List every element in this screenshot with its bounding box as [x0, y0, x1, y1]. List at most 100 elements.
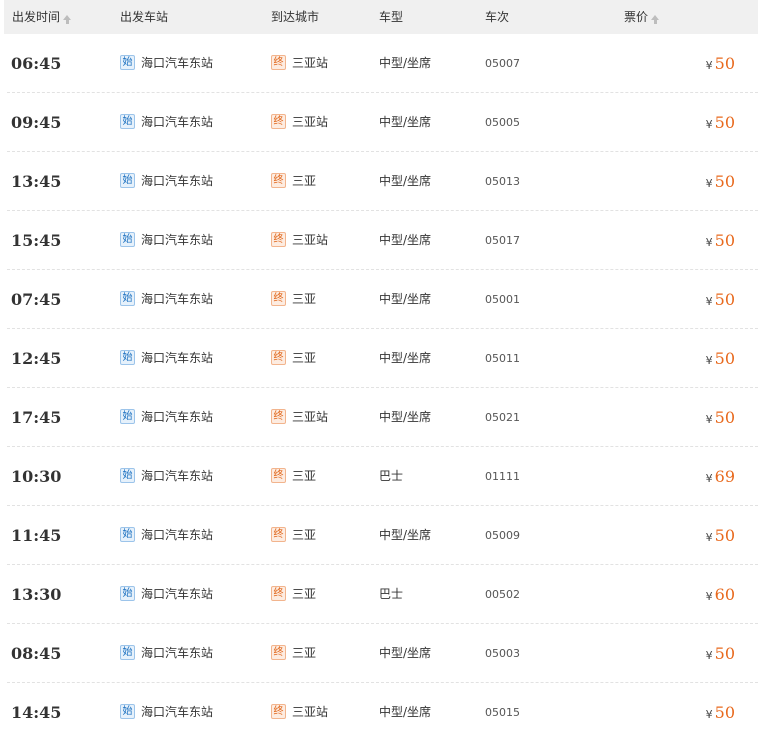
depart-time: 11:45 [11, 526, 62, 545]
start-badge-icon: 始 [120, 527, 135, 542]
depart-time-sort-header[interactable]: 出发时间 [12, 0, 72, 34]
price-amount: 50 [714, 703, 735, 722]
depart-station-name: 海口汽车东站 [141, 233, 214, 247]
depart-station-name: 海口汽车东站 [141, 115, 214, 129]
schedule-rows: 06:45 始海口汽车东站终三亚站 中型/坐席 05007 ¥50 09:45 始海口汽车东… [0, 34, 759, 742]
ticket-price: ¥50 [706, 93, 735, 152]
price-amount: 50 [714, 349, 735, 368]
depart-station: 始海口汽车东站 [120, 388, 213, 447]
depart-time: 07:45 [11, 290, 62, 309]
arrive-city: 终三亚站 [271, 388, 328, 447]
trip-number: 05009 [485, 529, 520, 542]
depart-time-header-label: 出发时间 [12, 10, 61, 24]
ticket-price: ¥50 [706, 152, 735, 211]
bus-schedule-table: 出发时间 出发车站 到达城市 车型 车次 票价 06:45 始海口汽车东站终三亚站… [0, 0, 759, 742]
depart-time: 14:45 [11, 703, 62, 722]
depart-station: 始海口汽车东站 [120, 447, 213, 506]
ticket-price: ¥60 [706, 565, 735, 624]
ticket-price: ¥50 [706, 329, 735, 388]
bus-type: 巴士 [379, 587, 404, 601]
arrive-city-name: 三亚 [292, 528, 317, 542]
sort-up-arrow-icon[interactable] [63, 15, 72, 24]
bus-type: 巴士 [379, 469, 404, 483]
ticket-price: ¥50 [706, 270, 735, 329]
trip-no-header: 车次 [485, 10, 510, 24]
table-row: 17:45 始海口汽车东站 终三亚站 中型/坐席 05021 ¥50 [7, 388, 758, 447]
currency-symbol: ¥ [705, 295, 713, 308]
end-badge-icon: 终 [271, 704, 286, 719]
price-amount: 50 [714, 644, 735, 663]
table-row: 09:45 始海口汽车东站 终三亚站 中型/坐席 05005 ¥50 [7, 93, 758, 152]
start-badge-icon: 始 [120, 409, 135, 424]
depart-station: 始海口汽车东站 [120, 270, 213, 329]
price-sort-header[interactable]: 票价 [624, 0, 660, 34]
end-badge-icon: 终 [271, 350, 286, 365]
trip-number: 05021 [485, 411, 520, 424]
price-amount: 50 [714, 408, 735, 427]
depart-station-name: 海口汽车东站 [141, 174, 214, 188]
arrive-city: 终三亚 [271, 565, 316, 624]
arrive-city: 终三亚 [271, 270, 316, 329]
arrive-city-name: 三亚 [292, 469, 317, 483]
bus-type: 中型/坐席 [379, 56, 432, 70]
price-amount: 50 [714, 172, 735, 191]
depart-station-name: 海口汽车东站 [141, 410, 214, 424]
arrive-city-name: 三亚 [292, 174, 317, 188]
depart-station-name: 海口汽车东站 [141, 469, 214, 483]
arrive-city: 终三亚站 [271, 211, 328, 270]
ticket-price: ¥69 [706, 447, 735, 506]
currency-symbol: ¥ [705, 118, 713, 131]
end-badge-icon: 终 [271, 55, 286, 70]
depart-station: 始海口汽车东站 [120, 152, 213, 211]
depart-station-name: 海口汽车东站 [141, 646, 214, 660]
table-row: 14:45 始海口汽车东站 终三亚站 中型/坐席 05015 ¥50 [7, 683, 758, 742]
end-badge-icon: 终 [271, 586, 286, 601]
price-amount: 60 [714, 585, 735, 604]
currency-symbol: ¥ [705, 236, 713, 249]
start-badge-icon: 始 [120, 704, 135, 719]
end-badge-icon: 终 [271, 232, 286, 247]
arrive-city: 终三亚 [271, 152, 316, 211]
depart-station-name: 海口汽车东站 [141, 528, 214, 542]
ticket-price: ¥50 [706, 624, 735, 683]
table-header: 出发时间 出发车站 到达城市 车型 车次 票价 [4, 0, 758, 34]
depart-station-name: 海口汽车东站 [141, 587, 214, 601]
price-amount: 50 [714, 526, 735, 545]
trip-number: 05013 [485, 175, 520, 188]
start-badge-icon: 始 [120, 173, 135, 188]
price-amount: 50 [714, 290, 735, 309]
depart-time: 13:45 [11, 172, 62, 191]
trip-number: 05011 [485, 352, 520, 365]
currency-symbol: ¥ [705, 531, 713, 544]
arrive-city: 终三亚 [271, 506, 316, 565]
depart-time: 09:45 [11, 113, 62, 132]
table-row: 08:45 始海口汽车东站 终三亚 中型/坐席 05003 ¥50 [7, 624, 758, 683]
start-badge-icon: 始 [120, 114, 135, 129]
end-badge-icon: 终 [271, 114, 286, 129]
depart-time: 12:45 [11, 349, 62, 368]
depart-station: 始海口汽车东站 [120, 506, 213, 565]
price-amount: 69 [714, 467, 735, 486]
sort-up-arrow-icon[interactable] [651, 15, 660, 24]
depart-time: 08:45 [11, 644, 62, 663]
trip-number: 05003 [485, 647, 520, 660]
arrive-city: 终三亚 [271, 447, 316, 506]
trip-number: 01111 [485, 470, 520, 483]
arrive-city: 终三亚 [271, 624, 316, 683]
arrive-city-name: 三亚 [292, 292, 317, 306]
table-row: 15:45 始海口汽车东站 终三亚站 中型/坐席 05017 ¥50 [7, 211, 758, 270]
trip-number: 00502 [485, 588, 520, 601]
depart-station: 始海口汽车东站 [120, 683, 213, 742]
price-amount: 50 [714, 231, 735, 250]
depart-time: 10:30 [11, 467, 62, 486]
start-badge-icon: 始 [120, 468, 135, 483]
arrive-city-name: 三亚站 [292, 56, 329, 70]
bus-type: 中型/坐席 [379, 233, 432, 247]
arrive-city-name: 三亚 [292, 587, 317, 601]
bus-type: 中型/坐席 [379, 115, 432, 129]
ticket-price: ¥50 [706, 34, 735, 93]
bus-type: 中型/坐席 [379, 646, 432, 660]
arrive-city-name: 三亚站 [292, 115, 329, 129]
currency-symbol: ¥ [705, 708, 713, 721]
trip-number: 05007 [485, 57, 520, 70]
